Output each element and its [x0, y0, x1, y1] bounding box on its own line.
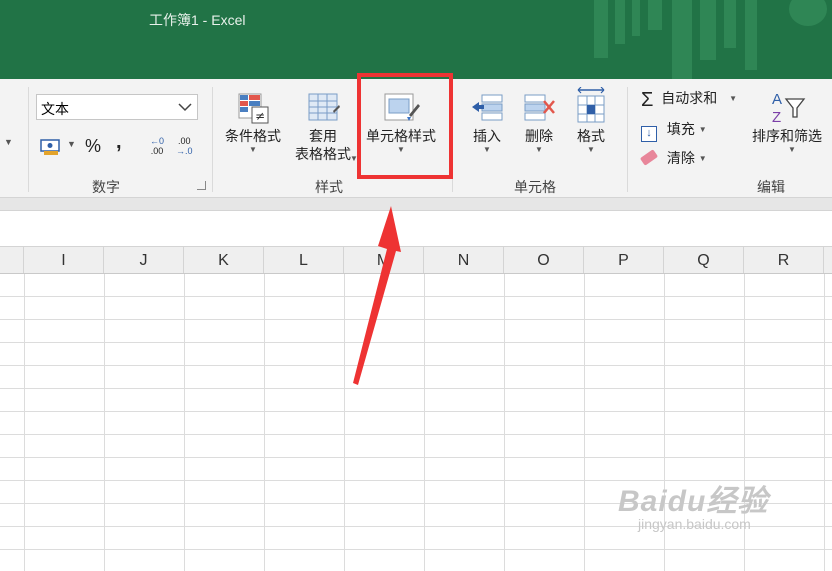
baidu-watermark: Baidu经验 jingyan.baidu.com	[618, 476, 768, 532]
watermark-main: Baidu经验	[618, 485, 769, 518]
watermark-sub: jingyan.baidu.com	[638, 516, 751, 532]
